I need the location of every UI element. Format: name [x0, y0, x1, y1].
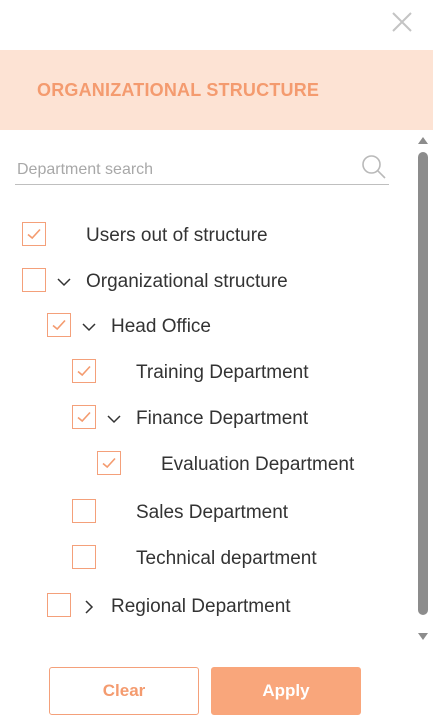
- checkbox[interactable]: [97, 451, 121, 475]
- checkbox[interactable]: [72, 359, 96, 383]
- tree-item-label[interactable]: Regional Department: [111, 593, 291, 621]
- checkbox[interactable]: [72, 499, 96, 523]
- tree-item-label[interactable]: Training Department: [136, 359, 308, 387]
- tree-item-label[interactable]: Evaluation Department: [161, 451, 354, 479]
- chevron-down-icon[interactable]: [105, 410, 123, 428]
- check-icon: [27, 228, 41, 240]
- checkbox[interactable]: [47, 593, 71, 617]
- check-icon: [52, 319, 66, 331]
- checkbox[interactable]: [22, 222, 46, 246]
- scrollbar-thumb[interactable]: [418, 152, 428, 615]
- scroll-down-icon[interactable]: [417, 632, 429, 642]
- scroll-up-icon[interactable]: [417, 135, 429, 145]
- tree-item-label[interactable]: Users out of structure: [86, 222, 268, 250]
- tree-item-label[interactable]: Technical department: [136, 545, 317, 573]
- tree-item-label[interactable]: Finance Department: [136, 405, 308, 433]
- clear-button[interactable]: Clear: [49, 667, 199, 715]
- chevron-right-icon[interactable]: [80, 598, 98, 616]
- chevron-down-icon[interactable]: [55, 273, 73, 291]
- tree-item-label[interactable]: Sales Department: [136, 499, 288, 527]
- checkbox[interactable]: [22, 268, 46, 292]
- tree-item-label[interactable]: Head Office: [111, 313, 211, 341]
- check-icon: [77, 411, 91, 423]
- tree-item-label[interactable]: Organizational structure: [86, 268, 288, 296]
- checkbox[interactable]: [47, 313, 71, 337]
- department-tree: Users out of structure Organizational st…: [0, 0, 410, 726]
- chevron-down-icon[interactable]: [80, 318, 98, 336]
- check-icon: [102, 457, 116, 469]
- tree-scrollbar[interactable]: [416, 135, 430, 645]
- checkbox[interactable]: [72, 405, 96, 429]
- checkbox[interactable]: [72, 545, 96, 569]
- apply-button[interactable]: Apply: [211, 667, 361, 715]
- check-icon: [77, 365, 91, 377]
